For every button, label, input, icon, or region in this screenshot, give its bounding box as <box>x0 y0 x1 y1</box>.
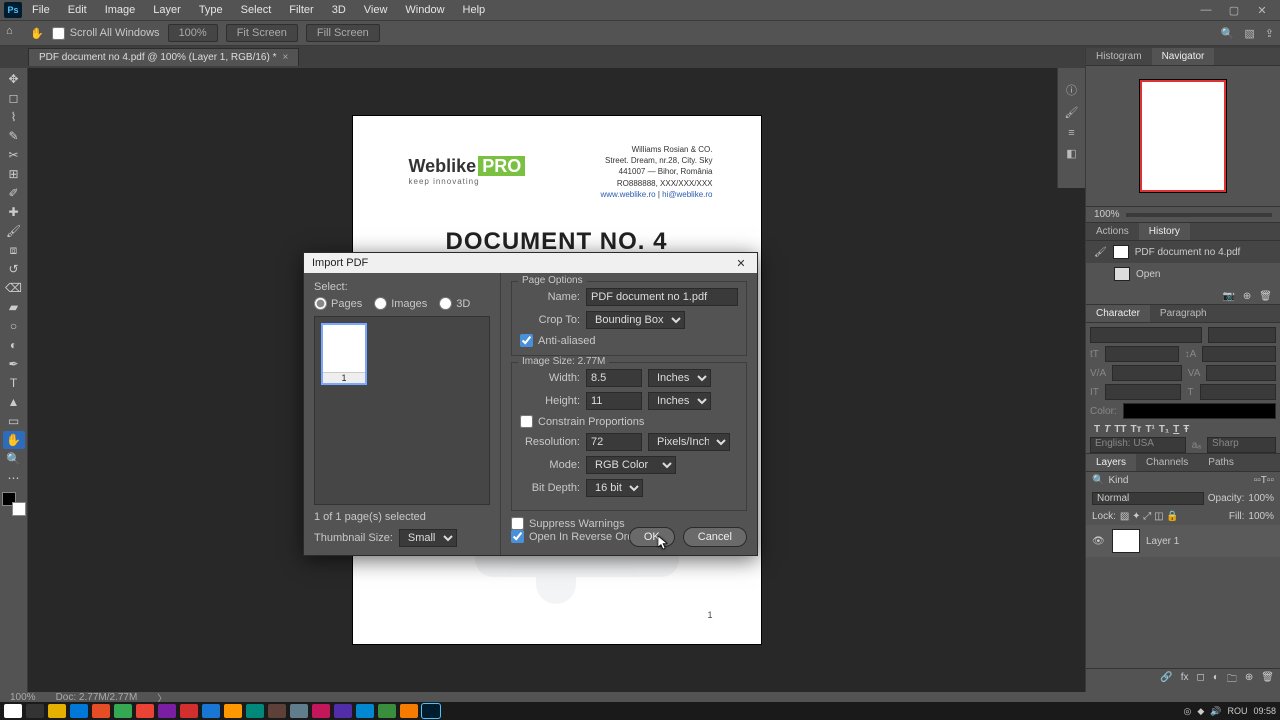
ok-button[interactable]: OK <box>629 527 675 547</box>
selection-info: 1 of 1 page(s) selected <box>314 511 490 523</box>
dialog-close-button[interactable]: ✕ <box>733 257 749 270</box>
radio-3d[interactable]: 3D <box>439 297 470 310</box>
height-unit-select[interactable]: Inches <box>648 392 711 410</box>
constrain-checkbox[interactable]: Constrain Proportions <box>520 415 738 428</box>
image-size-group: Image Size: 2.77M Width: Inches Height: … <box>511 362 747 511</box>
modal-overlay: Import PDF ✕ Select: Pages Images 3D 1 <box>0 0 1280 720</box>
mode-select[interactable]: RGB Color <box>586 456 676 474</box>
radio-pages[interactable]: Pages <box>314 297 362 310</box>
dialog-titlebar[interactable]: Import PDF ✕ <box>304 253 757 273</box>
cancel-button[interactable]: Cancel <box>683 527 747 547</box>
width-unit-select[interactable]: Inches <box>648 369 711 387</box>
width-field[interactable] <box>586 369 642 387</box>
radio-images[interactable]: Images <box>374 297 427 310</box>
thumbnail-size-select[interactable]: Small <box>399 529 457 547</box>
select-label: Select: <box>314 281 490 293</box>
page-thumbnails[interactable]: 1 <box>314 316 490 505</box>
page-thumbnail-1[interactable]: 1 <box>321 323 367 385</box>
resolution-field[interactable] <box>586 433 642 451</box>
crop-to-select[interactable]: Bounding Box <box>586 311 685 329</box>
name-field[interactable] <box>586 288 738 306</box>
bit-depth-select[interactable]: 16 bit <box>586 479 643 497</box>
resolution-unit-select[interactable]: Pixels/Inch <box>648 433 730 451</box>
anti-aliased-checkbox[interactable]: Anti-aliased <box>520 334 738 347</box>
height-field[interactable] <box>586 392 642 410</box>
import-pdf-dialog: Import PDF ✕ Select: Pages Images 3D 1 <box>303 252 758 556</box>
dialog-title: Import PDF <box>312 257 368 269</box>
thumbnail-size-label: Thumbnail Size: <box>314 532 393 544</box>
page-options-group: Page Options Name: Crop To: Bounding Box… <box>511 281 747 356</box>
